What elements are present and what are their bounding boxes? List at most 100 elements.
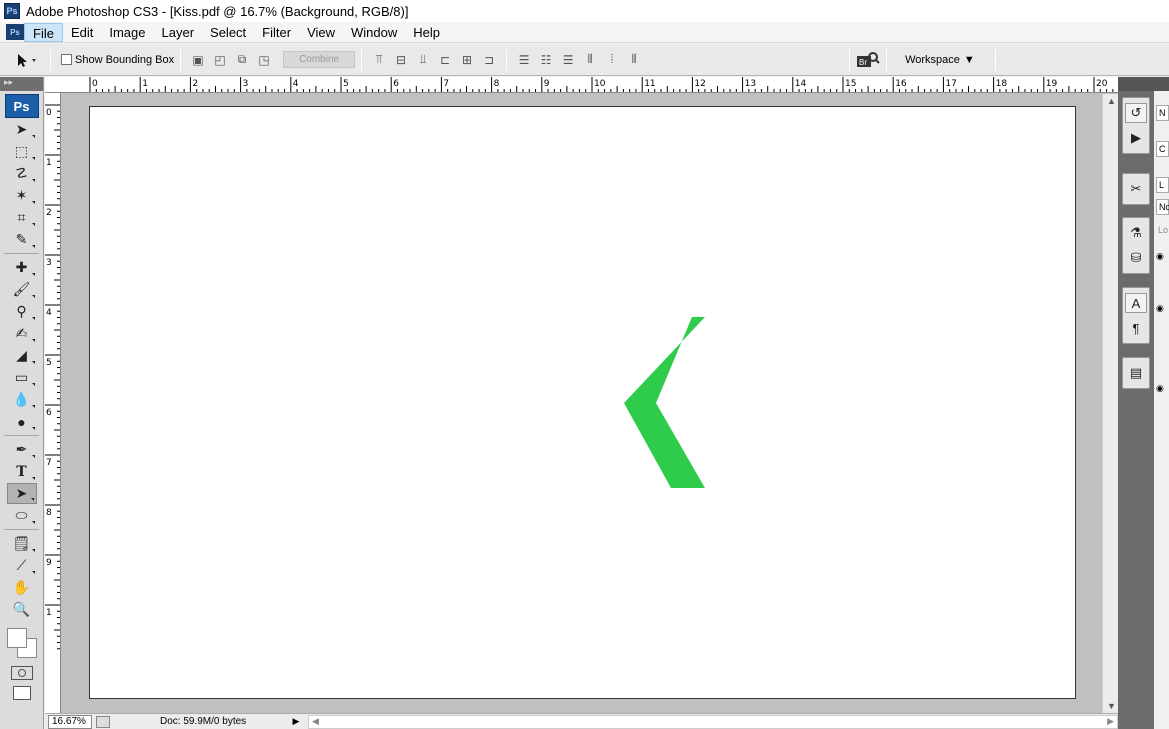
tool-presets-icon[interactable]: ✂ (1125, 179, 1147, 199)
crop-tool-icon[interactable]: ⌗ (7, 207, 37, 228)
horizontal-scrollbar[interactable]: ◀ ▶ (308, 714, 1118, 729)
hand-tool-icon[interactable]: ✋ (7, 577, 37, 598)
screen-mode-icon[interactable] (12, 686, 31, 700)
quick-mask-icon[interactable] (10, 666, 33, 680)
pen-tool-icon[interactable]: ✒ (7, 439, 37, 460)
ruler-label: 3 (46, 258, 52, 268)
zoom-tool-icon[interactable]: 🔍 (7, 599, 37, 620)
layer-visibility-eye-icon[interactable]: ◉ (1156, 251, 1164, 262)
brush-tool-icon[interactable]: 🖌 (7, 279, 37, 300)
align-horizontal-center-icon[interactable]: ⊞ (458, 51, 476, 69)
clone-source-icon[interactable]: ⛁ (1125, 248, 1147, 268)
intersect-shape-areas-icon[interactable]: ⧉ (233, 51, 251, 69)
scroll-left-icon[interactable]: ◀ (312, 716, 319, 727)
foreground-color-swatch[interactable] (6, 628, 27, 648)
scroll-down-icon[interactable]: ▼ (1107, 701, 1116, 711)
scroll-up-icon[interactable]: ▲ (1107, 96, 1116, 106)
add-to-shape-area-icon[interactable]: ▣ (189, 51, 207, 69)
menu-file[interactable]: File (24, 22, 63, 42)
distribute-horizontal-center-icon[interactable]: ⦙ (603, 51, 621, 69)
ruler-label: 0 (46, 108, 52, 118)
chevron-left-shape[interactable] (90, 107, 1077, 700)
distribute-top-icon[interactable]: ☰ (515, 51, 533, 69)
tools-panel-grip[interactable]: ▸▸ (0, 77, 43, 91)
vertical-ruler[interactable]: 0 1 2 3 4 5 6 7 8 9 1 (45, 93, 61, 713)
distribute-left-icon[interactable]: ⦀ (581, 51, 599, 69)
blur-tool-icon[interactable]: 💧 (7, 389, 37, 410)
character-panel-icon[interactable]: A (1125, 293, 1147, 313)
horizontal-ruler[interactable]: 0 1 2 3 4 5 6 7 8 9 10 11 12 13 14 15 16 17 18 19 20 (45, 77, 1118, 93)
eyedropper-tool-icon[interactable]: ⟋ (7, 555, 37, 576)
menu-image[interactable]: Image (101, 23, 153, 42)
notes-tool-icon[interactable]: 🗒 (7, 533, 37, 554)
ellipse-tool-icon[interactable]: ⬭ (7, 505, 37, 526)
actions-panel-icon[interactable]: ▶ (1125, 128, 1147, 148)
title-bar: Ps Adobe Photoshop CS3 - [Kiss.pdf @ 16.… (0, 0, 1169, 22)
gradient-tool-icon[interactable]: ▭ (7, 367, 37, 388)
document-canvas[interactable] (89, 106, 1076, 699)
ruler-label: 4 (293, 79, 299, 89)
status-info-icon[interactable] (96, 715, 110, 728)
blend-mode-field[interactable]: No (1156, 199, 1169, 215)
brushes-panel-icon[interactable]: ⚗ (1125, 223, 1147, 243)
dock-grip[interactable] (1118, 77, 1169, 91)
distribute-vertical-center-icon[interactable]: ☷ (537, 51, 555, 69)
direct-selection-tool-icon[interactable]: ➤ (6, 483, 37, 504)
ruler-label: 11 (644, 79, 655, 89)
slice-tool-icon[interactable]: ✎ (7, 229, 37, 250)
navigator-tab[interactable]: N (1156, 105, 1169, 121)
menu-view[interactable]: View (299, 23, 343, 42)
status-menu-arrow-icon[interactable]: ▶ (290, 716, 302, 728)
menu-layer[interactable]: Layer (154, 23, 203, 42)
color-tab[interactable]: C (1156, 141, 1169, 157)
lasso-tool-icon[interactable]: ☡ (7, 163, 37, 184)
exclude-overlap-icon[interactable]: ◳ (255, 51, 273, 69)
workspace-menu[interactable]: Workspace ▼ (905, 54, 975, 66)
type-tool-icon[interactable]: T (7, 461, 37, 482)
history-panel-icon[interactable]: ↺ (1125, 103, 1147, 123)
direct-selection-arrow-icon (18, 53, 36, 67)
align-vertical-center-icon[interactable]: ⊟ (392, 51, 410, 69)
go-to-bridge-icon[interactable]: Br (856, 50, 880, 70)
layer-visibility-eye-icon-3[interactable]: ◉ (1156, 383, 1164, 394)
distribute-bottom-icon[interactable]: ☰ (559, 51, 577, 69)
history-brush-icon[interactable]: ✍ (7, 323, 37, 344)
ruler-label: 15 (845, 79, 856, 89)
align-bottom-icon[interactable]: ⫫ (414, 51, 432, 69)
menu-select[interactable]: Select (202, 23, 254, 42)
subtract-shape-area-icon[interactable]: ◰ (211, 51, 229, 69)
distribute-right-icon[interactable]: ⦀ (625, 51, 643, 69)
scroll-right-icon[interactable]: ▶ (1107, 716, 1114, 727)
eraser-tool-icon[interactable]: ◢ (7, 345, 37, 366)
move-tool-icon[interactable]: ➤ (7, 119, 37, 140)
photoshop-app-icon: Ps (4, 3, 20, 19)
combine-button[interactable]: Combine (283, 51, 356, 68)
menu-filter[interactable]: Filter (254, 23, 299, 42)
canvas-viewport[interactable] (62, 94, 1102, 713)
dodge-tool-icon[interactable]: ● (7, 411, 37, 432)
menu-help[interactable]: Help (405, 23, 448, 42)
align-left-icon[interactable]: ⊏ (436, 51, 454, 69)
align-right-icon[interactable]: ⊐ (480, 51, 498, 69)
align-top-icon[interactable]: ⫪ (370, 51, 388, 69)
vertical-scrollbar[interactable]: ▲ ▼ (1102, 94, 1118, 713)
show-bounding-box-checkbox[interactable] (61, 54, 72, 65)
magic-wand-icon[interactable]: ✶ (7, 185, 37, 206)
paragraph-panel-icon[interactable]: ¶ (1125, 318, 1147, 338)
show-bounding-box-label: Show Bounding Box (75, 53, 175, 66)
ruler-label: 9 (46, 558, 52, 568)
menu-edit[interactable]: Edit (63, 23, 101, 42)
layers-tab[interactable]: L (1156, 177, 1169, 193)
menu-window[interactable]: Window (343, 23, 405, 42)
document-icon[interactable]: Ps (6, 24, 24, 40)
layer-visibility-eye-icon-2[interactable]: ◉ (1156, 303, 1164, 314)
panel-group-layer-comps: ▤ (1122, 357, 1150, 389)
chevron-down-icon: ▼ (963, 53, 975, 66)
clone-stamp-icon[interactable]: ⚲ (7, 301, 37, 322)
tool-preset-picker[interactable] (8, 48, 44, 72)
layer-comps-icon[interactable]: ▤ (1125, 363, 1147, 383)
chevron-left-icon[interactable] (624, 317, 705, 488)
zoom-level-field[interactable]: 16.67% (48, 714, 92, 729)
healing-brush-icon[interactable]: ✚ (7, 257, 37, 278)
marquee-tool-icon[interactable]: ⬚ (7, 141, 37, 162)
